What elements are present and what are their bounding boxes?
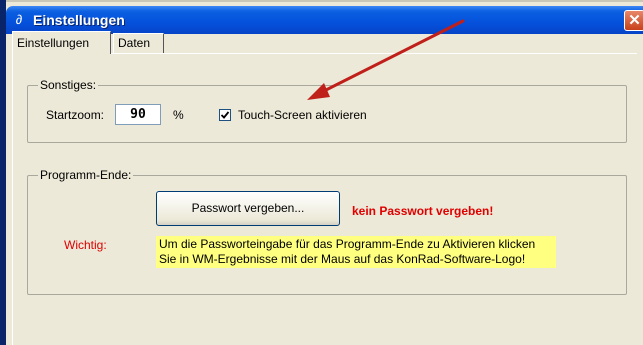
tab-einstellungen[interactable]: Einstellungen — [12, 31, 111, 54]
tab-einstellungen-label: Einstellungen — [17, 36, 90, 50]
